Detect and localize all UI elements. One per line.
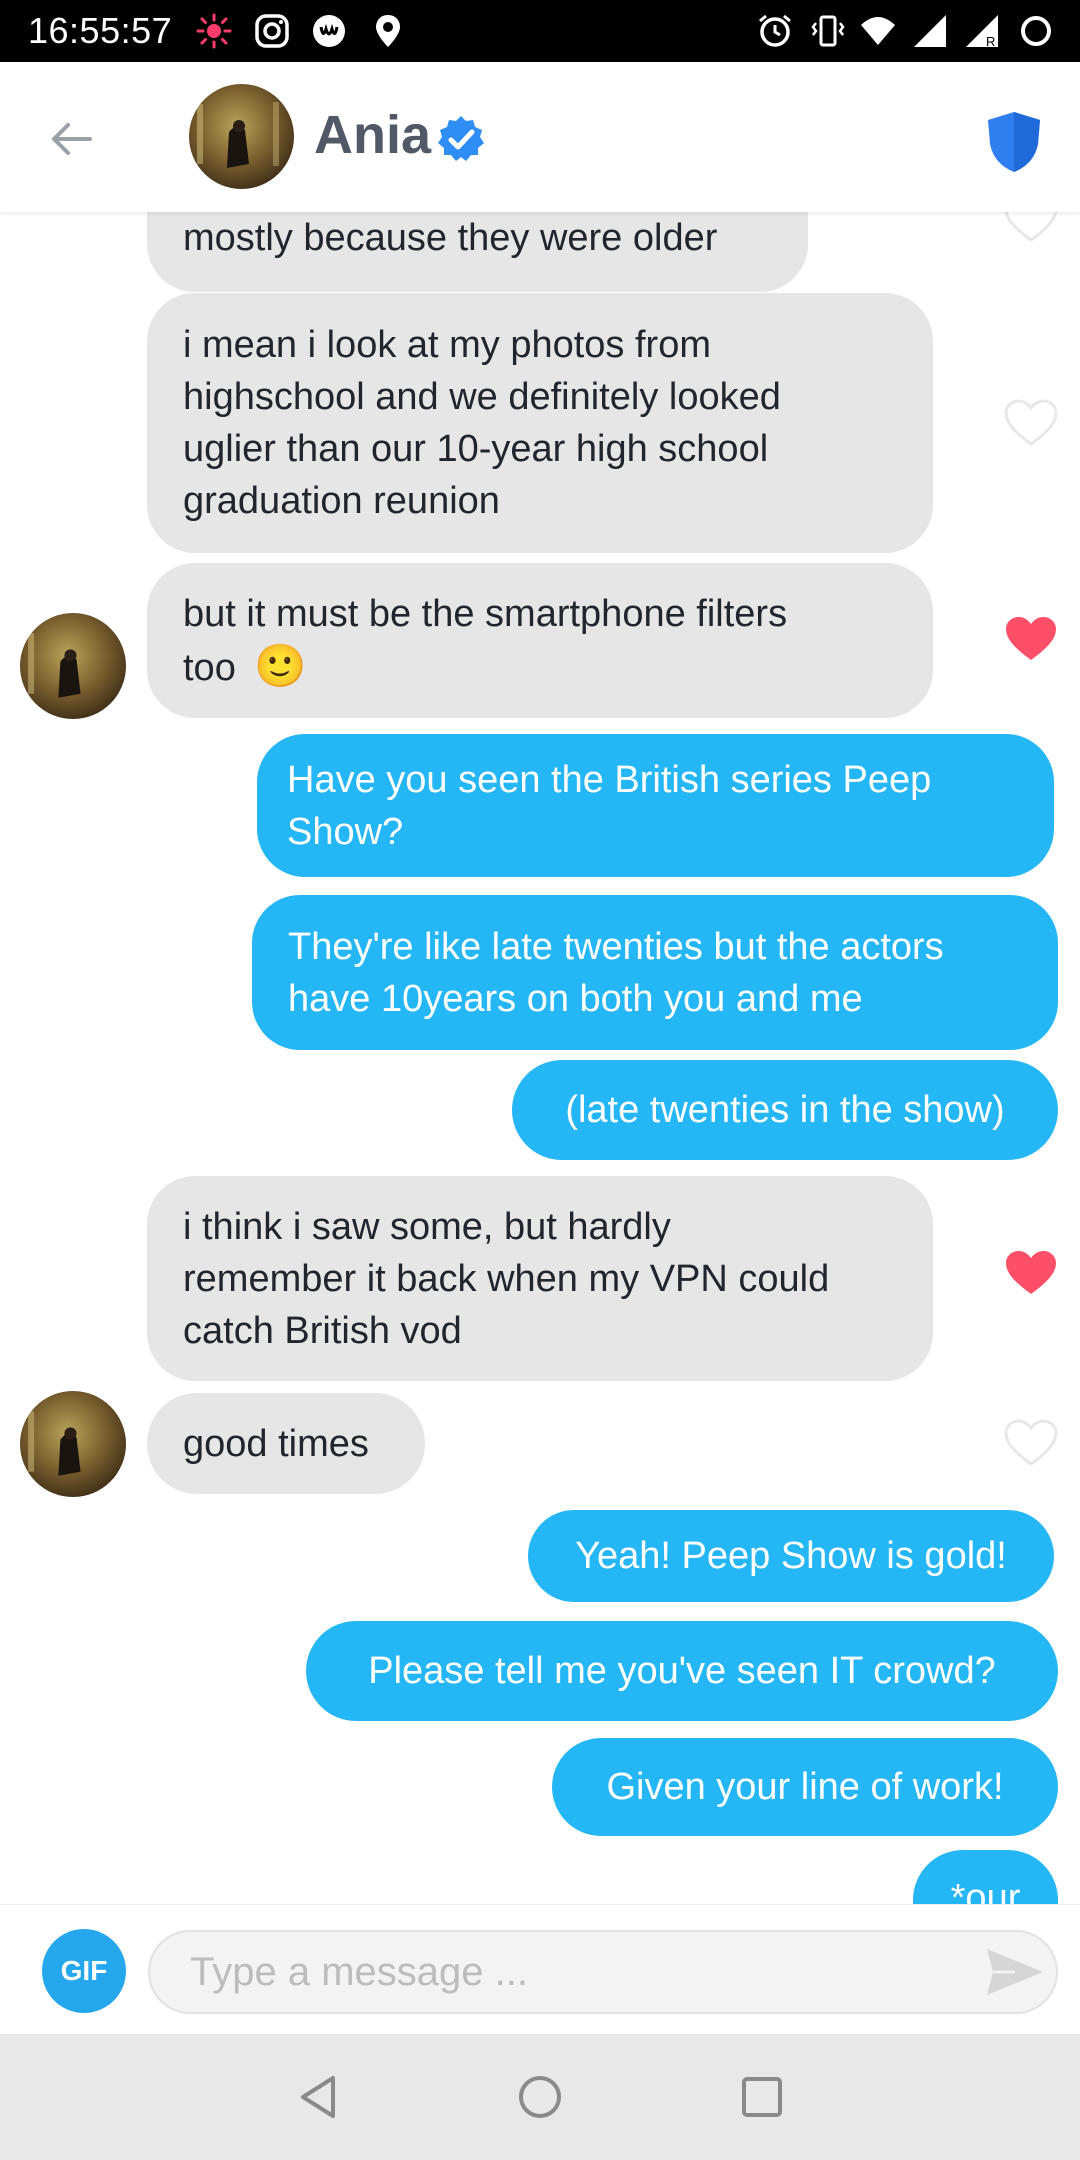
message-line: too 🙂 <box>183 641 307 689</box>
message-list[interactable]: mostly because they were older i mean i … <box>0 212 1080 1904</box>
message-text: Given your line of work! <box>606 1766 1004 1808</box>
avatar[interactable] <box>20 613 126 719</box>
status-time: 16:55:57 <box>28 10 173 51</box>
safety-shield-icon[interactable] <box>986 110 1042 174</box>
message-input[interactable]: Type a message ... <box>148 1930 1058 2014</box>
chat-header: Ania <box>0 62 1080 212</box>
message-bubble-incoming[interactable]: i mean i look at my photos from highscho… <box>147 293 933 553</box>
message-text: Yeah! Peep Show is gold! <box>575 1535 1007 1577</box>
message-line: Have you seen the British series Peep <box>287 758 932 801</box>
message-composer: GIF Type a message ... <box>0 1904 1080 2034</box>
message-bubble-incoming[interactable]: good times <box>147 1393 425 1494</box>
back-triangle-icon[interactable] <box>295 2072 345 2122</box>
signal-icon <box>914 15 946 47</box>
message-line: uglier than our 10-year high school <box>183 428 769 470</box>
avatar[interactable] <box>189 84 294 189</box>
message-bubble-incoming[interactable]: mostly because they were older <box>147 212 808 292</box>
alarm-icon <box>759 14 791 47</box>
battery-icon <box>1021 16 1051 46</box>
message-line: catch British vod <box>183 1309 462 1352</box>
message-line: highschool and we definitely looked <box>183 376 781 418</box>
vibrate-icon <box>811 15 845 47</box>
message-text: Please tell me you've seen IT crowd? <box>368 1650 996 1692</box>
message-line: Show? <box>287 810 404 853</box>
signal-roaming-icon: R <box>966 15 998 49</box>
message-bubble-outgoing[interactable]: Please tell me you've seen IT crowd? <box>306 1621 1058 1721</box>
message-line: graduation reunion <box>183 480 500 522</box>
message-bubble-outgoing[interactable]: (late twenties in the show) <box>512 1060 1058 1160</box>
gif-button[interactable]: GIF <box>42 1929 126 2013</box>
message-line: They're like late twenties but the actor… <box>288 925 944 968</box>
instagram-icon <box>255 14 289 48</box>
message-text: mostly because they were older <box>183 217 718 259</box>
message-line: but it must be the smartphone filters <box>183 592 788 635</box>
location-icon <box>376 15 400 47</box>
like-heart-filled-icon[interactable] <box>1003 1248 1059 1298</box>
system-nav-bar <box>0 2034 1080 2160</box>
home-circle-icon[interactable] <box>515 2072 565 2122</box>
like-heart-outline-icon[interactable] <box>1003 1418 1059 1468</box>
message-bubble-outgoing[interactable]: Yeah! Peep Show is gold! <box>528 1510 1054 1602</box>
smile-emoji-icon: 🙂 <box>254 641 307 689</box>
message-line: have 10years on both you and me <box>288 977 863 1020</box>
match-name[interactable]: Ania <box>314 104 431 166</box>
message-bubble-incoming[interactable]: but it must be the smartphone filters to… <box>147 563 933 718</box>
message-line: remember it back when my VPN could <box>183 1257 830 1300</box>
message-bubble-outgoing[interactable]: Have you seen the British series Peep Sh… <box>257 734 1054 877</box>
sun-notification-icon <box>196 13 232 49</box>
avatar[interactable] <box>20 1391 126 1497</box>
send-icon[interactable] <box>985 1947 1045 1997</box>
message-line: i think i saw some, but hardly <box>183 1205 671 1248</box>
like-heart-outline-icon[interactable] <box>1003 398 1059 448</box>
app-notification-icon <box>313 15 345 47</box>
like-heart-outline-icon[interactable] <box>1003 212 1059 244</box>
message-text: good times <box>183 1422 369 1465</box>
wifi-icon <box>861 17 895 45</box>
message-bubble-outgoing[interactable]: They're like late twenties but the actor… <box>252 895 1058 1050</box>
recents-square-icon[interactable] <box>737 2072 787 2122</box>
like-heart-filled-icon[interactable] <box>1003 614 1059 664</box>
back-arrow-icon[interactable] <box>40 107 104 171</box>
verified-badge-icon <box>438 116 484 161</box>
message-bubble-incoming[interactable]: i think i saw some, but hardly remember … <box>147 1176 933 1381</box>
status-bar: 16:55:57 R <box>0 0 1080 62</box>
message-line: i mean i look at my photos from <box>183 324 711 366</box>
message-text: *our <box>950 1877 1021 1904</box>
message-bubble-outgoing[interactable]: *our <box>913 1850 1058 1904</box>
svg-text:R: R <box>986 34 995 49</box>
message-text: (late twenties in the show) <box>565 1089 1005 1131</box>
message-bubble-outgoing[interactable]: Given your line of work! <box>552 1738 1058 1836</box>
